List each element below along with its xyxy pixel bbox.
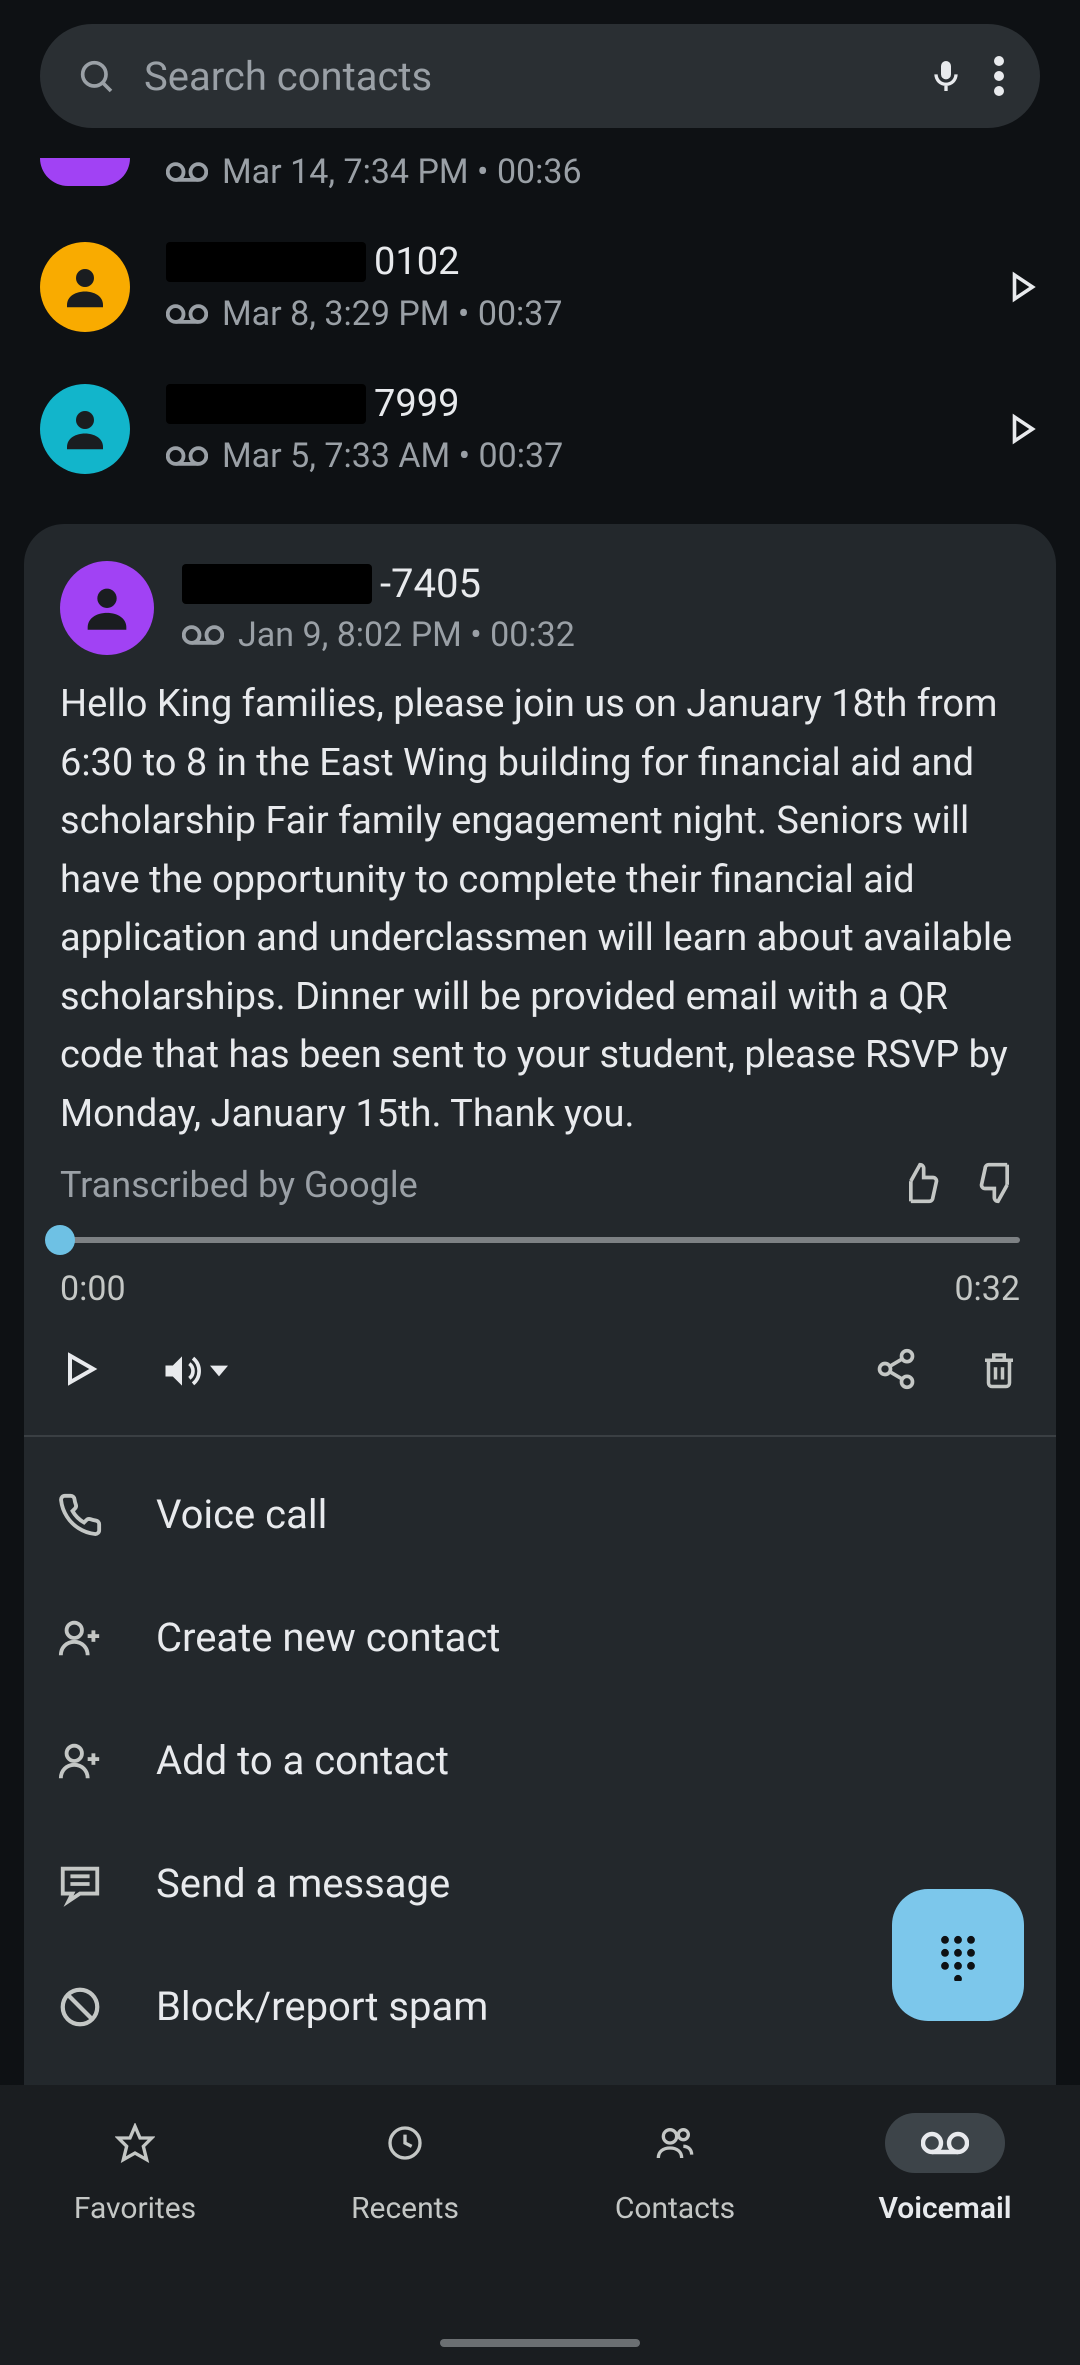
action-block-spam[interactable]: Block/report spam bbox=[40, 1945, 1040, 2068]
avatar bbox=[40, 384, 130, 474]
transcript-text: Hello King families, please join us on J… bbox=[60, 675, 1020, 1143]
action-voice-call[interactable]: Voice call bbox=[40, 1453, 1040, 1576]
message-icon bbox=[52, 1861, 108, 1907]
phone-icon bbox=[52, 1492, 108, 1538]
voicemail-item[interactable]: 0102 Mar 8, 3:29 PM • 00:37 bbox=[40, 216, 1040, 358]
time-current: 0:00 bbox=[60, 1269, 126, 1309]
search-input[interactable]: Search contacts bbox=[144, 53, 898, 100]
avatar bbox=[40, 158, 130, 186]
play-icon[interactable] bbox=[1004, 269, 1040, 305]
play-icon[interactable] bbox=[1004, 411, 1040, 447]
person-add-icon bbox=[52, 1738, 108, 1784]
play-button[interactable] bbox=[60, 1349, 100, 1393]
playback-slider[interactable] bbox=[60, 1237, 1020, 1243]
avatar bbox=[60, 561, 154, 655]
action-add-to-contact[interactable]: Add to a contact bbox=[40, 1699, 1040, 1822]
dialpad-fab[interactable] bbox=[892, 1889, 1024, 2021]
action-label: Voice call bbox=[156, 1491, 327, 1538]
nav-label: Recents bbox=[351, 2191, 459, 2226]
action-label: Create new contact bbox=[156, 1614, 500, 1661]
voicemail-item[interactable]: 7999 Mar 5, 7:33 AM • 00:37 bbox=[40, 358, 1040, 500]
action-create-contact[interactable]: Create new contact bbox=[40, 1576, 1040, 1699]
home-indicator[interactable] bbox=[440, 2339, 640, 2347]
delete-icon[interactable] bbox=[978, 1348, 1020, 1394]
nav-label: Favorites bbox=[74, 2191, 196, 2226]
speaker-button[interactable] bbox=[160, 1349, 228, 1393]
nav-label: Voicemail bbox=[878, 2191, 1011, 2226]
time-total: 0:32 bbox=[954, 1269, 1020, 1309]
voicemail-number-suffix: 7999 bbox=[374, 382, 459, 426]
more-menu-icon[interactable] bbox=[994, 56, 1004, 96]
voicemail-subtitle: Mar 8, 3:29 PM • 00:37 bbox=[222, 294, 563, 334]
voicemail-icon bbox=[166, 302, 208, 326]
voicemail-icon bbox=[182, 623, 224, 647]
voicemail-subtitle: Jan 9, 8:02 PM • 00:32 bbox=[238, 615, 575, 655]
block-icon bbox=[52, 1984, 108, 2030]
voicemail-number-suffix: 0102 bbox=[374, 240, 459, 284]
avatar bbox=[40, 242, 130, 332]
search-bar[interactable]: Search contacts bbox=[40, 24, 1040, 128]
redacted bbox=[166, 384, 366, 424]
thumbs-down-icon[interactable] bbox=[976, 1161, 1020, 1209]
search-icon bbox=[76, 56, 116, 96]
bottom-nav: Favorites Recents Contacts Voicemail bbox=[0, 2085, 1080, 2365]
thumbs-up-icon[interactable] bbox=[898, 1161, 942, 1209]
share-icon[interactable] bbox=[874, 1347, 918, 1395]
nav-voicemail[interactable]: Voicemail bbox=[810, 2113, 1080, 2365]
action-label: Block/report spam bbox=[156, 1983, 488, 2030]
action-label: Add to a contact bbox=[156, 1737, 449, 1784]
mic-icon[interactable] bbox=[926, 56, 966, 96]
action-label: Send a message bbox=[156, 1860, 450, 1907]
nav-favorites[interactable]: Favorites bbox=[0, 2113, 270, 2365]
nav-recents[interactable]: Recents bbox=[270, 2113, 540, 2365]
voicemail-item-partial[interactable]: Mar 14, 7:34 PM • 00:36 bbox=[40, 152, 1040, 216]
voicemail-subtitle: Mar 14, 7:34 PM • 00:36 bbox=[222, 152, 582, 192]
nav-label: Contacts bbox=[615, 2191, 735, 2226]
action-send-message[interactable]: Send a message bbox=[40, 1822, 1040, 1945]
person-add-icon bbox=[52, 1615, 108, 1661]
nav-contacts[interactable]: Contacts bbox=[540, 2113, 810, 2365]
voicemail-number-suffix: -7405 bbox=[380, 560, 481, 607]
redacted bbox=[166, 242, 366, 282]
transcribed-by-label: Transcribed by Google bbox=[60, 1164, 418, 1206]
voicemail-icon bbox=[166, 444, 208, 468]
voicemail-subtitle: Mar 5, 7:33 AM • 00:37 bbox=[222, 436, 563, 476]
redacted bbox=[182, 564, 372, 604]
voicemail-expanded: -7405 Jan 9, 8:02 PM • 00:32 Hello King … bbox=[24, 524, 1056, 1435]
voicemail-icon bbox=[166, 160, 208, 184]
